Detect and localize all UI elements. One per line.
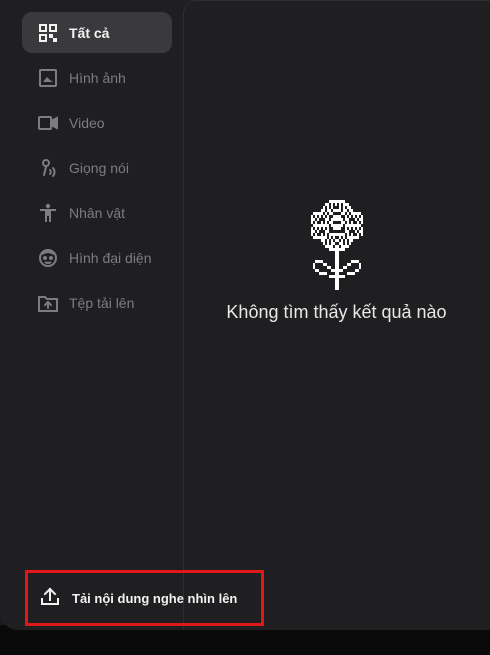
- sidebar-item-voice[interactable]: Giọng nói: [22, 147, 172, 188]
- sidebar-item-uploads[interactable]: Tệp tải lên: [22, 282, 172, 323]
- sidebar-item-label: Giọng nói: [69, 159, 129, 176]
- upload-button-label: Tải nội dung nghe nhìn lên: [72, 590, 238, 606]
- sidebar-item-all[interactable]: Tất cả: [22, 12, 172, 53]
- sidebar-item-characters[interactable]: Nhân vật: [22, 192, 172, 233]
- sidebar-item-avatars[interactable]: Hình đại diện: [22, 237, 172, 278]
- image-icon: [38, 68, 58, 88]
- upload-media-button[interactable]: Tải nội dung nghe nhìn lên: [25, 570, 264, 626]
- category-sidebar: Tất cả Hình ảnh Video Giọng nói Nhân vật…: [22, 12, 172, 327]
- voice-icon: [38, 158, 58, 178]
- pixel-flower-icon: [310, 200, 363, 290]
- person-icon: [38, 203, 58, 223]
- sidebar-item-label: Tệp tải lên: [69, 294, 135, 311]
- sidebar-item-label: Hình ảnh: [69, 69, 126, 86]
- sidebar-item-label: Nhân vật: [69, 204, 126, 221]
- grid-icon: [38, 23, 58, 43]
- sidebar-item-video[interactable]: Video: [22, 102, 172, 143]
- video-icon: [38, 113, 58, 133]
- avatar-face-icon: [38, 248, 58, 268]
- empty-state: Không tìm thấy kết quả nào: [183, 200, 490, 323]
- sidebar-item-images[interactable]: Hình ảnh: [22, 57, 172, 98]
- sidebar-item-label: Video: [69, 114, 105, 131]
- empty-state-message: Không tìm thấy kết quả nào: [226, 302, 447, 322]
- media-picker-panel: Tất cả Hình ảnh Video Giọng nói Nhân vật…: [0, 0, 490, 630]
- upload-icon: [40, 586, 60, 611]
- sidebar-item-label: Tất cả: [69, 24, 110, 41]
- upload-folder-icon: [38, 293, 58, 313]
- sidebar-item-label: Hình đại diện: [69, 249, 152, 266]
